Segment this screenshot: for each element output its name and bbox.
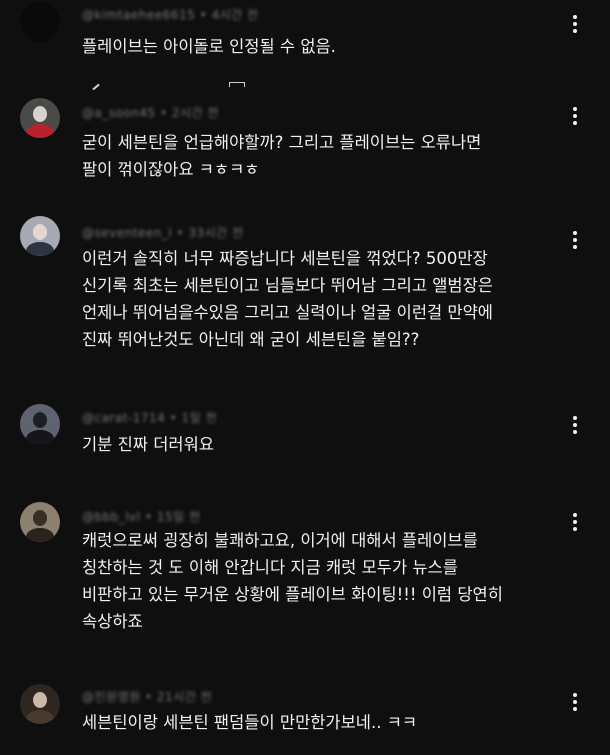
comment-time[interactable]: 33시간 전 [188,226,243,240]
comment-meta: @bbb_lvl • 15일 전 [82,510,201,524]
more-vert-icon[interactable] [566,510,584,534]
comment-meta: @kimtaehee6615 • 4시간 전 [82,8,259,22]
comment-author[interactable]: @bbb_lvl [82,510,141,524]
comment-meta: @a_soon45 • 2시간 전 [82,106,219,120]
thumbs-up-icon[interactable] [92,83,100,90]
comment-meta: @seventeen_l • 33시간 전 [82,226,244,240]
more-vert-icon[interactable] [566,228,584,252]
comment-text: 굳이 세븐틴을 언급해야할까? 그리고 플레이브는 오류나면 팔이 꺾이잖아요 … [82,133,482,179]
comment-author[interactable]: @carat-1714 [82,411,165,425]
comment-time[interactable]: 21시간 전 [157,690,212,704]
more-vert-icon[interactable] [566,690,584,714]
comment-time[interactable]: 2시간 전 [172,106,219,120]
comment-time[interactable]: 1일 전 [182,411,218,425]
comment-text: 플레이브는 아이돌로 인정될 수 없음. [82,37,336,56]
avatar[interactable] [20,98,60,138]
comment-author[interactable]: @a_soon45 [82,106,156,120]
comment-meta: @carat-1714 • 1일 전 [82,411,218,425]
more-vert-icon[interactable] [566,413,584,437]
comment-text: 캐럿으로써 굉장히 불쾌하고요, 이거에 대해서 플레이브를 칭찬하는 것 도 … [82,531,503,631]
comment-text: 이런거 솔직히 너무 짜증납니다 세븐틴을 꺾었다? 500만장 신기록 최초는… [82,249,493,349]
comment-author[interactable]: @진원영원 [82,690,141,704]
more-vert-icon[interactable] [566,104,584,128]
comment-author[interactable]: @kimtaehee6615 [82,8,195,22]
comment-meta: @진원영원 • 21시간 전 [82,690,213,704]
avatar[interactable] [20,404,60,444]
more-vert-icon[interactable] [566,12,584,36]
comment-actions [82,80,282,90]
comment-text: 세븐틴이랑 세븐틴 팬덤들이 만만한가보네.. ㅋㅋ [82,713,418,732]
avatar[interactable] [20,216,60,256]
comment-text: 기분 진짜 더러워요 [82,435,214,454]
avatar[interactable] [20,684,60,724]
avatar[interactable] [20,502,60,542]
reply-icon[interactable] [229,82,245,87]
comment-author[interactable]: @seventeen_l [82,226,172,240]
comment-time[interactable]: 15일 전 [157,510,201,524]
comment-time[interactable]: 4시간 전 [212,8,259,22]
avatar[interactable] [20,2,60,42]
